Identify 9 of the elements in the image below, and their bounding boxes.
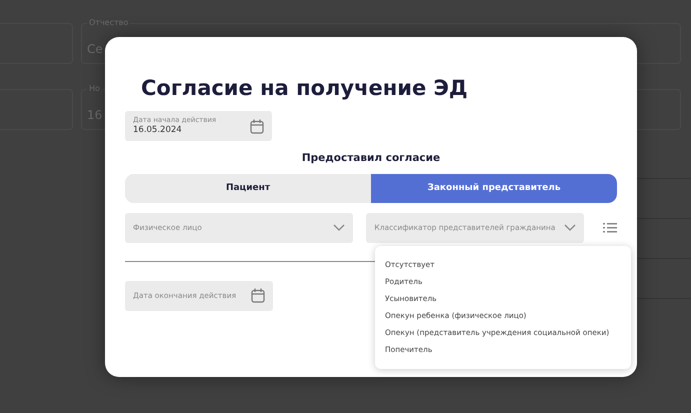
list-icon[interactable] bbox=[603, 222, 617, 233]
calendar-icon[interactable] bbox=[250, 118, 264, 134]
chevron-down-icon[interactable] bbox=[564, 224, 576, 232]
tab[interactable]: Законный представитель bbox=[371, 174, 617, 203]
modal-title: Согласие на получение ЭД bbox=[141, 75, 469, 102]
field-value: 16.05.2024 bbox=[133, 125, 183, 136]
chevron-down-icon[interactable] bbox=[333, 224, 346, 232]
section-heading: Предоставил согласие bbox=[300, 151, 442, 166]
calendar-icon[interactable] bbox=[251, 288, 265, 304]
